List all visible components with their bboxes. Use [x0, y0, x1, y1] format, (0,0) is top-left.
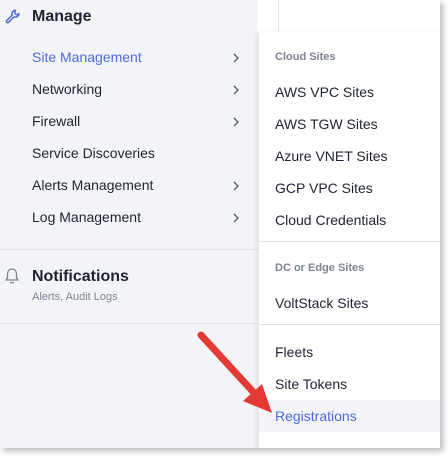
nav-item-label: Log Management [32, 209, 141, 225]
chevron-right-icon [230, 179, 242, 191]
manage-title: Manage [32, 8, 92, 25]
flyout-item-aws-vpc-sites[interactable]: AWS VPC Sites [259, 76, 440, 108]
nav-item-label: Firewall [32, 113, 81, 129]
flyout-item-label: AWS VPC Sites [275, 84, 375, 100]
flyout-item-aws-tgw-sites[interactable]: AWS TGW Sites [259, 108, 440, 140]
notifications-subtitle: Alerts, Audit Logs [32, 291, 118, 303]
flyout-item-site-tokens[interactable]: Site Tokens [259, 368, 440, 400]
nav-item-service-discoveries[interactable]: Service Discoveries [0, 137, 258, 169]
group-header-cloud-sites: Cloud Sites [275, 51, 336, 63]
nav-item-label: Service Discoveries [32, 145, 155, 161]
chevron-right-icon [230, 83, 242, 95]
nav-item-networking[interactable]: Networking [0, 73, 258, 105]
notifications-title[interactable]: Notifications [32, 268, 129, 286]
flyout-item-voltstack-sites[interactable]: VoltStack Sites [259, 287, 440, 319]
nav-item-site-management[interactable]: Site Management [0, 41, 258, 73]
sidebar-divider [0, 249, 258, 250]
sidebar: Manage Site Management Networking Firewa… [0, 0, 258, 448]
flyout-item-label: Fleets [275, 344, 314, 360]
site-management-flyout: Cloud Sites AWS VPC Sites AWS TGW Sites … [258, 32, 440, 448]
group-header-dc-or-edge-sites: DC or Edge Sites [275, 262, 365, 274]
flyout-item-azure-vnet-sites[interactable]: Azure VNET Sites [259, 140, 440, 172]
flyout-item-label: Cloud Credentials [275, 212, 387, 228]
wrench-icon [4, 8, 22, 26]
flyout-item-label: AWS TGW Sites [275, 116, 378, 132]
flyout-item-label: VoltStack Sites [275, 295, 369, 311]
chevron-right-icon [230, 211, 242, 223]
menu-window: Manage Site Management Networking Firewa… [0, 0, 440, 448]
flyout-item-cloud-credentials[interactable]: Cloud Credentials [259, 204, 440, 236]
manage-section-header[interactable]: Manage [0, 0, 258, 36]
nav-item-alerts-management[interactable]: Alerts Management [0, 169, 258, 201]
nav-item-label: Alerts Management [32, 177, 154, 193]
flyout-item-label: Registrations [275, 408, 357, 424]
flyout-item-label: Site Tokens [275, 376, 348, 392]
flyout-item-registrations[interactable]: Registrations [259, 400, 440, 432]
flyout-item-fleets[interactable]: Fleets [259, 336, 440, 368]
flyout-divider [259, 241, 440, 242]
flyout-item-label: GCP VPC Sites [275, 180, 373, 196]
nav-item-firewall[interactable]: Firewall [0, 105, 258, 137]
nav-item-log-management[interactable]: Log Management [0, 201, 258, 233]
header-divider [278, 0, 279, 32]
chevron-right-icon [230, 51, 242, 63]
bell-icon [4, 267, 20, 285]
nav-item-label: Site Management [32, 49, 142, 65]
flyout-item-label: Azure VNET Sites [275, 148, 388, 164]
sidebar-divider [0, 323, 258, 324]
nav-item-label: Networking [32, 81, 103, 97]
chevron-right-icon [230, 115, 242, 127]
flyout-item-gcp-vpc-sites[interactable]: GCP VPC Sites [259, 172, 440, 204]
flyout-divider [259, 324, 440, 325]
